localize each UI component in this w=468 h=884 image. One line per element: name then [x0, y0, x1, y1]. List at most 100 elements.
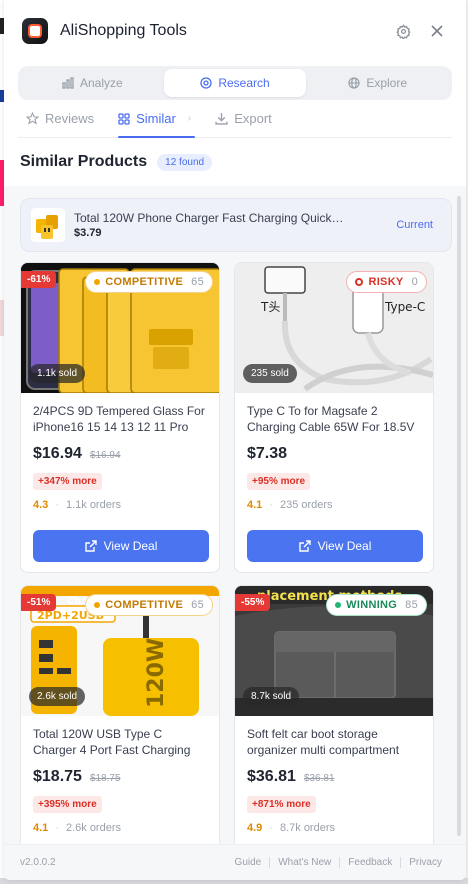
status-badge: WINNING 85 — [326, 594, 427, 616]
product-price: $7.38 — [247, 445, 288, 462]
gear-icon — [395, 23, 411, 39]
main-tabs: Analyze Research Explore — [18, 66, 452, 100]
found-count-badge: 12 found — [157, 153, 213, 171]
sold-count-badge: 8.7k sold — [243, 687, 300, 706]
original-price: $36.81 — [303, 773, 335, 784]
meta-separator: · — [55, 822, 59, 834]
order-count: 2.6k orders — [65, 822, 121, 834]
product-card[interactable]: 2PD+2USB Cha 120W -51% COMPETITIVE 65 2.… — [20, 585, 220, 844]
order-count: 235 orders — [279, 499, 333, 511]
view-deal-button[interactable]: View Deal — [247, 530, 423, 562]
sold-count-badge: 1.1k sold — [29, 364, 86, 383]
meta-separator: · — [269, 822, 273, 834]
status-dot-icon — [335, 602, 342, 608]
tab-label: Analyze — [79, 76, 123, 90]
order-count: 1.1k orders — [65, 499, 121, 511]
panel-header: AliShopping Tools — [4, 0, 466, 62]
product-name[interactable]: 2/4PCS 9D Tempered Glass For iPhone16 15… — [33, 403, 207, 435]
tab-label: Research — [218, 76, 270, 90]
status-badge: COMPETITIVE 65 — [85, 594, 213, 616]
thumb-label-left: T头 — [260, 300, 280, 314]
close-button[interactable] — [424, 18, 450, 44]
product-grid: -61% COMPETITIVE 65 1.1k sold 2/4PCS 9D … — [20, 262, 452, 844]
original-price: $18.75 — [89, 773, 121, 784]
button-label: View Deal — [103, 539, 158, 553]
thumb-label-right: Type-C — [384, 300, 425, 314]
current-tag: Current — [396, 219, 433, 231]
status-dot-icon — [355, 278, 364, 286]
main-navigation: Analyze Research Explore Reviews Similar… — [4, 62, 466, 138]
section-header: Similar Products 12 found — [4, 138, 466, 186]
results-scrollbar[interactable] — [457, 196, 461, 836]
product-price: $16.94 — [33, 445, 82, 462]
tab-analyze[interactable]: Analyze — [21, 69, 164, 97]
status-label: COMPETITIVE — [105, 599, 184, 611]
product-price: $18.75 — [33, 768, 82, 785]
product-price: $36.81 — [247, 768, 296, 785]
subtab-reviews[interactable]: Reviews — [26, 100, 104, 138]
markup-badge: +395% more — [33, 796, 102, 813]
footer-link-whats-new[interactable]: What's New — [269, 857, 339, 868]
footer-link-guide[interactable]: Guide — [227, 857, 270, 868]
product-card[interactable]: T头 Type-C RISKY 0 235 sold Type C To for… — [234, 262, 434, 573]
grid-icon — [118, 112, 130, 125]
status-score: 0 — [411, 276, 418, 288]
product-rating: 4.1 — [247, 499, 263, 511]
status-dot-icon — [94, 602, 101, 608]
app-title: AliShopping Tools — [60, 22, 187, 39]
download-icon — [215, 113, 228, 125]
external-link-icon — [298, 540, 311, 552]
sub-tabs: Reviews Similar › Export — [18, 100, 452, 138]
app-logo-icon — [22, 18, 48, 44]
status-badge: COMPETITIVE 65 — [85, 271, 213, 293]
tab-research[interactable]: Research — [163, 69, 307, 97]
status-score: 65 — [191, 599, 204, 611]
product-image: placement methods -55% WINNING 85 8.7k s… — [235, 586, 433, 716]
button-label: View Deal — [317, 539, 372, 553]
tab-explore[interactable]: Explore — [306, 69, 449, 97]
extension-panel: AliShopping Tools Analyze Research Explo… — [4, 0, 466, 880]
thumb-wattage: 120W — [144, 638, 169, 708]
results-list: Total 120W Phone Charger Fast Charging Q… — [4, 190, 466, 844]
product-rating: 4.9 — [247, 822, 263, 834]
charger-image-icon — [36, 215, 58, 239]
product-name[interactable]: Total 120W USB Type C Charger 4 Port Fas… — [33, 726, 207, 758]
meta-separator: · — [55, 499, 59, 511]
markup-badge: +871% more — [247, 796, 316, 813]
sold-count-badge: 235 sold — [243, 364, 297, 383]
footer-link-feedback[interactable]: Feedback — [339, 857, 400, 868]
panel-footer: v2.0.0.2 Guide What's New Feedback Priva… — [4, 844, 466, 880]
meta-separator: · — [269, 499, 273, 511]
product-rating: 4.3 — [33, 499, 49, 511]
subtab-label: Export — [234, 111, 272, 126]
status-label: COMPETITIVE — [105, 276, 184, 288]
star-icon — [26, 112, 39, 125]
status-label: WINNING — [346, 599, 398, 611]
product-name[interactable]: Soft felt car boot storage organizer mul… — [247, 726, 421, 758]
product-name[interactable]: Type C To for Magsafe 2 Charging Cable 6… — [247, 403, 421, 435]
product-image: T头 Type-C RISKY 0 235 sold — [235, 263, 433, 393]
current-product-name: Total 120W Phone Charger Fast Charging Q… — [74, 211, 346, 225]
original-price: $16.94 — [89, 450, 121, 461]
close-icon — [431, 25, 443, 37]
discount-badge: -55% — [235, 594, 271, 611]
order-count: 8.7k orders — [279, 822, 335, 834]
settings-button[interactable] — [390, 18, 416, 44]
external-link-icon — [84, 540, 97, 552]
sold-count-badge: 2.6k sold — [29, 687, 86, 706]
discount-badge: -51% — [21, 594, 57, 611]
footer-link-privacy[interactable]: Privacy — [400, 857, 450, 868]
product-image: 2PD+2USB Cha 120W -51% COMPETITIVE 65 2.… — [21, 586, 219, 716]
product-image: -61% COMPETITIVE 65 1.1k sold — [21, 263, 219, 393]
subtab-label: Similar — [136, 111, 176, 126]
view-deal-button[interactable]: View Deal — [33, 530, 209, 562]
subtab-export[interactable]: Export — [215, 100, 282, 138]
tab-label: Explore — [366, 76, 408, 90]
product-card[interactable]: placement methods -55% WINNING 85 8.7k s… — [234, 585, 434, 844]
product-card[interactable]: -61% COMPETITIVE 65 1.1k sold 2/4PCS 9D … — [20, 262, 220, 573]
markup-badge: +95% more — [247, 473, 311, 490]
status-score: 65 — [191, 276, 204, 288]
target-icon — [200, 77, 212, 89]
subtab-similar[interactable]: Similar › — [118, 100, 201, 138]
product-rating: 4.1 — [33, 822, 49, 834]
